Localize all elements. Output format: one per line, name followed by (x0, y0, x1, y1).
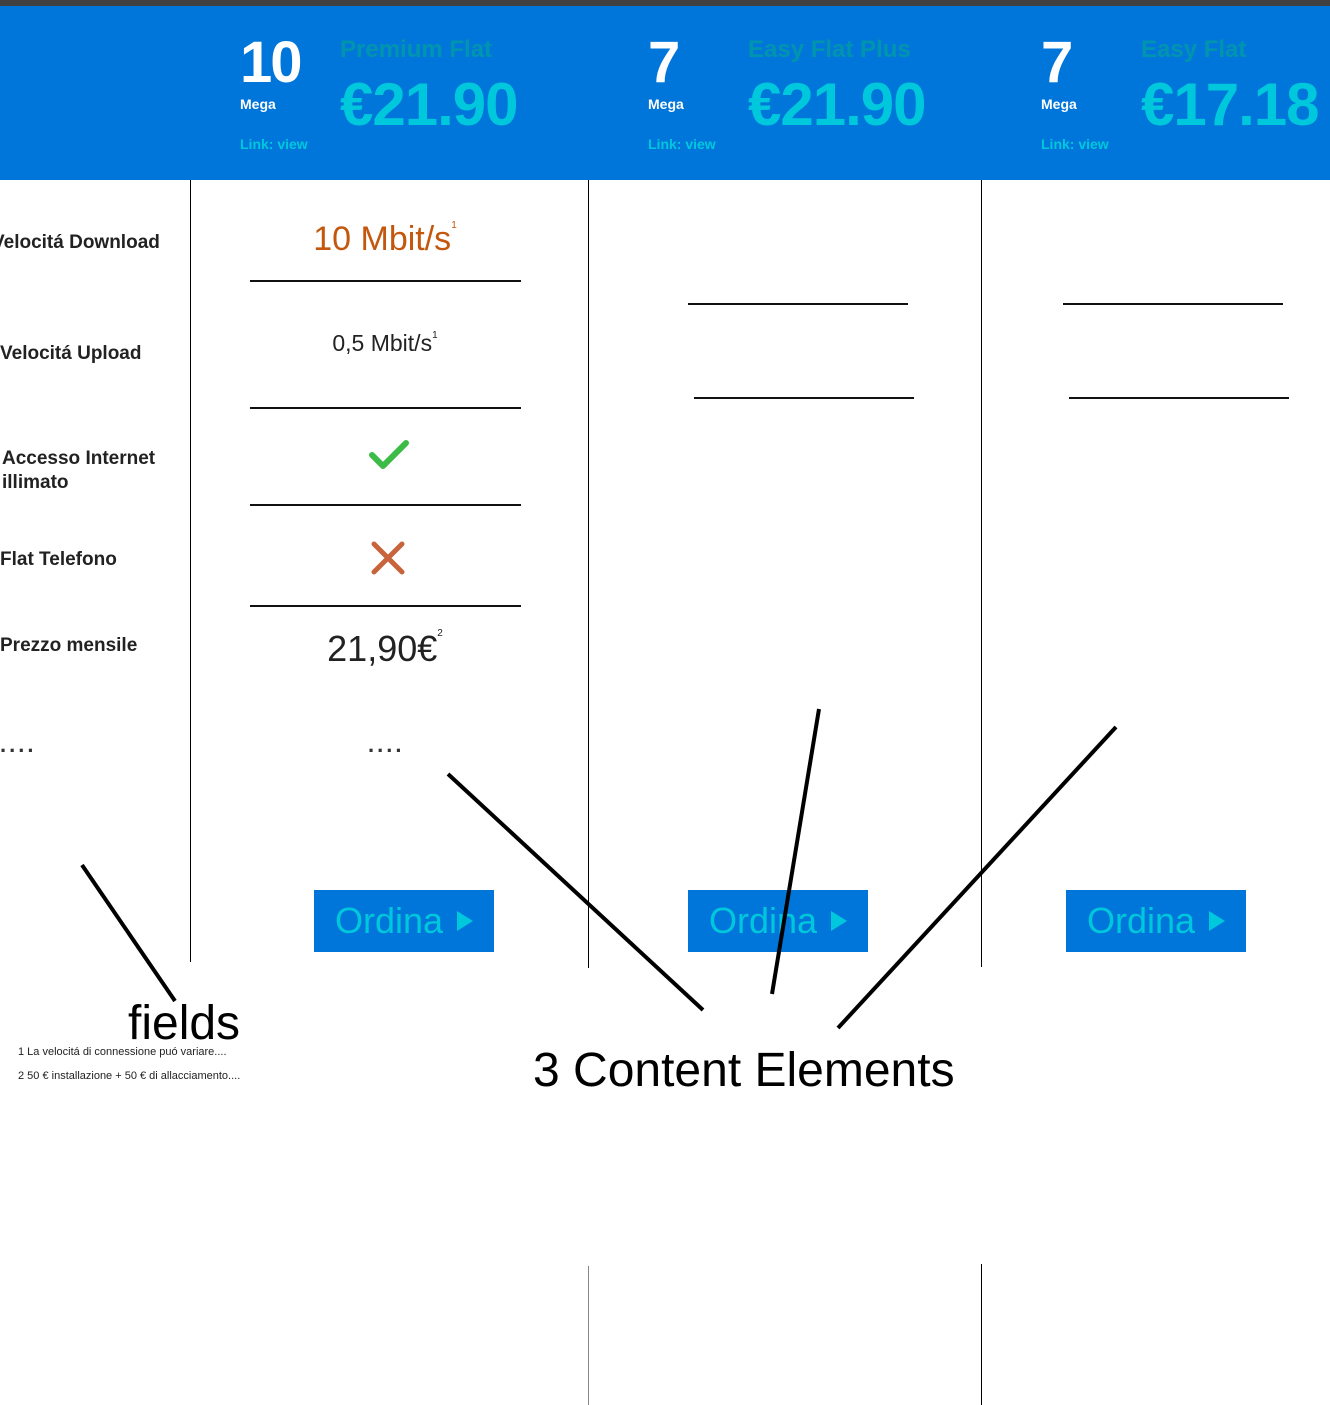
plan-name: Easy Flat Plus (748, 36, 911, 63)
order-button-easy-flat[interactable]: Ordina (1066, 890, 1246, 952)
field-label-download: Velocitá Download (0, 232, 160, 253)
column-divider (588, 1266, 589, 1405)
plan-view-link[interactable]: Link: view (240, 136, 308, 152)
row-separator (250, 280, 521, 282)
plan-price: €21.90 (748, 71, 927, 138)
upload-value: 0,5 Mbit/s1 (332, 330, 438, 356)
column-divider (588, 180, 589, 968)
order-button-label: Ordina (1086, 900, 1196, 941)
footnote-ref: 2 (437, 628, 443, 639)
plan-speed: 7 (1041, 30, 1073, 95)
row-separator (250, 407, 521, 409)
column-divider (981, 1264, 982, 1405)
play-arrow-icon (1209, 911, 1226, 931)
row-separator (694, 397, 914, 399)
column-divider (190, 180, 191, 962)
field-label-internet: Accesso Internet illimato (2, 448, 156, 493)
order-button-premium-flat[interactable]: Ordina (314, 890, 494, 952)
plan-price: €17.18 (1141, 71, 1320, 138)
plan-view-link[interactable]: Link: view (648, 136, 716, 152)
annotation-line-content-3 (836, 725, 1118, 1030)
play-arrow-icon (831, 911, 848, 931)
order-button-label: Ordina (334, 900, 444, 941)
plan-speed-unit: Mega (240, 96, 276, 112)
row-separator (250, 504, 521, 506)
field-label-price: Prezzo mensile (0, 635, 138, 656)
order-button-label: Ordina (708, 900, 818, 941)
cross-icon (370, 541, 406, 580)
footnote-1: 1 La velocitá di connessione puó variare… (18, 1046, 227, 1058)
plan-speed-unit: Mega (1041, 96, 1077, 112)
check-icon (369, 440, 409, 475)
row-separator (250, 605, 521, 607)
footnote-ref: 1 (432, 330, 438, 341)
field-label-more: .... (0, 732, 37, 757)
column-divider (981, 180, 982, 967)
row-separator (688, 303, 908, 305)
field-label-phone: Flat Telefono (0, 549, 117, 570)
plan-speed: 10 (240, 30, 302, 95)
plan-price: €21.90 (340, 71, 519, 138)
annotation-fields-label: fields (128, 997, 241, 1050)
more-values: .... (368, 732, 405, 757)
footnote-ref: 1 (451, 220, 457, 231)
annotation-line-fields (80, 863, 177, 1003)
footnote-2: 2 50 € installazione + 50 € di allacciam… (18, 1070, 241, 1082)
plan-name: Easy Flat (1141, 36, 1247, 63)
row-separator (1069, 397, 1289, 399)
plan-view-link[interactable]: Link: view (1041, 136, 1109, 152)
plan-name: Premium Flat (340, 36, 493, 63)
plans-header: 10 Mega Link: view Premium Flat €21.90 7… (0, 6, 1330, 180)
plan-speed-unit: Mega (648, 96, 684, 112)
annotation-content-label: 3 Content Elements (533, 1044, 955, 1097)
field-label-upload: Velocitá Upload (0, 343, 142, 364)
play-arrow-icon (457, 911, 474, 931)
download-value: 10 Mbit/s1 (313, 220, 457, 258)
monthly-price-value: 21,90€2 (327, 628, 443, 669)
row-separator (1063, 303, 1283, 305)
annotation-lines (80, 708, 1118, 1030)
plan-speed: 7 (648, 30, 680, 95)
order-button-easy-flat-plus[interactable]: Ordina (688, 890, 868, 952)
